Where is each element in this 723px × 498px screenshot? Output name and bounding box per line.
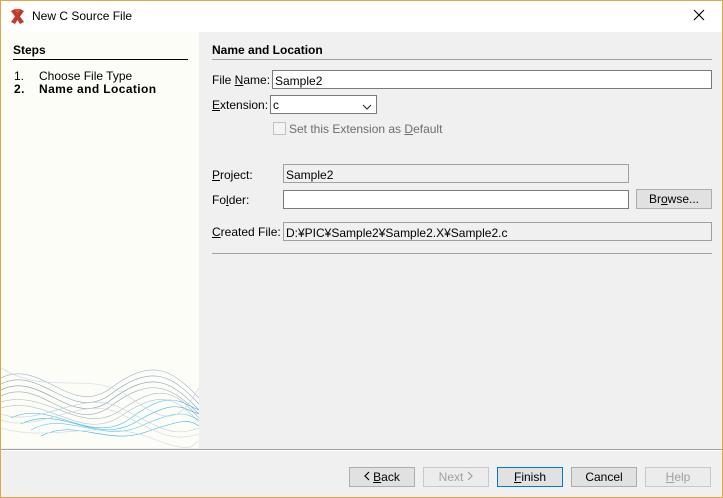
bottom-divider-highlight: [1, 450, 722, 451]
window-title: New C Source File: [32, 9, 133, 23]
browse-button[interactable]: Br o wse...: [636, 189, 712, 209]
steps-panel: Steps 1. Choose File Type 2. Name and Loca…: [1, 32, 199, 448]
next-button[interactable]: Next: [423, 467, 489, 487]
back-button[interactable]: Back: [349, 467, 415, 487]
default-extension-checkbox[interactable]: [273, 122, 286, 135]
form-divider: [212, 253, 712, 254]
page-title: Name and Location: [212, 43, 712, 60]
created-file-field: [283, 222, 712, 241]
chevron-down-icon: [362, 100, 372, 114]
default-extension-label: Set this Extension as Default: [289, 122, 443, 136]
project-field: [283, 164, 629, 183]
created-file-label: Created File:: [212, 225, 281, 239]
file-name-input[interactable]: [272, 70, 712, 89]
title-bar: New C Source File: [1, 1, 722, 32]
decorative-waves-image: [1, 367, 199, 448]
mplab-x-icon: [9, 8, 26, 25]
project-label: Project:: [212, 168, 253, 182]
help-button[interactable]: Help: [645, 467, 711, 487]
step-number: 1.: [14, 69, 25, 83]
step-item-name-and-location: 2. Name and Location: [14, 82, 156, 96]
file-name-label: File Name:: [212, 73, 271, 87]
steps-heading: Steps: [13, 43, 188, 60]
extension-label: Extension:: [212, 98, 269, 112]
content-panel: Name and Location File Name: Extension: …: [199, 32, 722, 448]
chevron-left-icon: [364, 470, 370, 484]
folder-input[interactable]: [283, 190, 629, 209]
folder-label: Folder:: [212, 193, 250, 207]
step-item-choose-file-type: 1. Choose File Type: [14, 69, 132, 83]
default-extension-checkbox-row: Set this Extension as Default: [273, 122, 442, 136]
close-button[interactable]: [676, 1, 722, 32]
step-label: Choose File Type: [39, 69, 133, 83]
extension-select[interactable]: c: [270, 95, 377, 114]
cancel-button[interactable]: Cancel: [571, 467, 637, 487]
extension-value: c: [273, 98, 279, 112]
step-number: 2.: [14, 82, 25, 96]
close-icon: [693, 9, 705, 24]
dialog-window: New C Source File Steps 1. Choose File Ty…: [0, 0, 723, 498]
step-label: Name and Location: [39, 82, 157, 96]
chevron-right-icon: [467, 470, 474, 484]
finish-button[interactable]: Finish: [497, 467, 563, 487]
